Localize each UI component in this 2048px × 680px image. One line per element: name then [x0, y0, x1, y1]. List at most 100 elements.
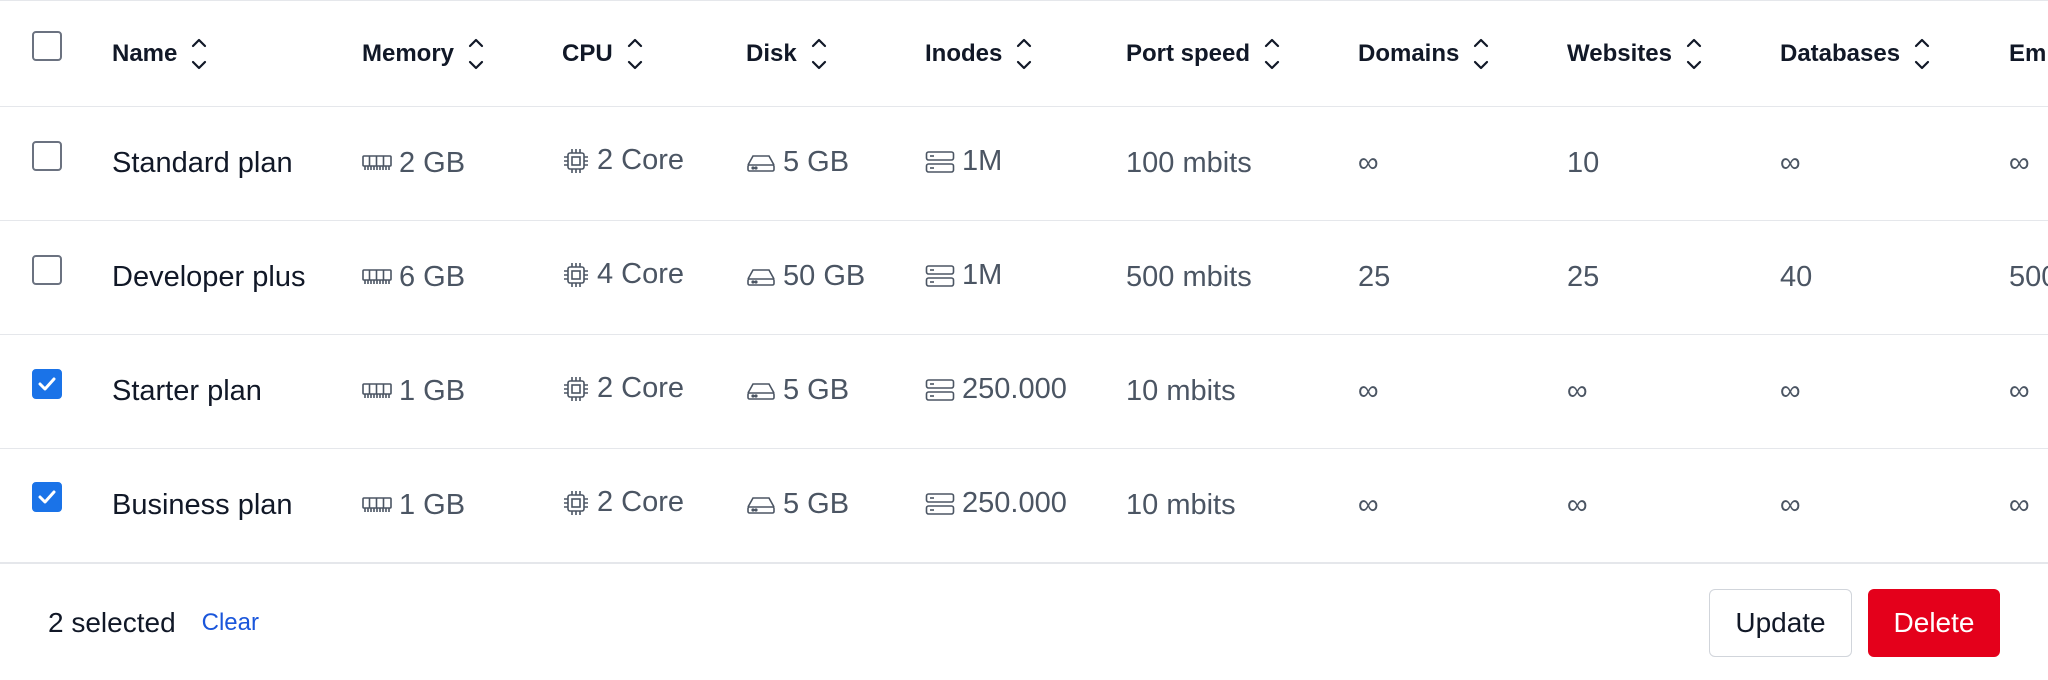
cell-cpu: 2 Core — [562, 107, 746, 221]
cell-content: ∞ — [2009, 147, 2030, 180]
row-checkbox[interactable] — [32, 254, 62, 285]
table-row[interactable]: Starter plan 1 GB 2 Core 5 GB 250.000 10 mbit… — [0, 334, 2048, 449]
cell-value: 4 Core — [597, 258, 685, 291]
cell-content: 10 mbits — [1126, 489, 1236, 522]
sort-icon[interactable] — [1473, 38, 1489, 70]
column-header-cpu[interactable]: CPU — [562, 1, 746, 107]
column-header-label: Domains — [1358, 39, 1460, 67]
cell-websites: 10 — [1567, 107, 1780, 221]
column-header-port-speed[interactable]: Port speed — [1126, 1, 1358, 107]
cell-inodes: 1M — [925, 221, 1126, 335]
cell-content: 10 mbits — [1126, 375, 1236, 408]
cell-content: ∞ — [1567, 489, 1588, 522]
column-header-inner: Websites — [1567, 38, 1702, 70]
cell-disk: 5 GB — [746, 449, 925, 563]
server-icon — [925, 492, 955, 516]
row-checkbox[interactable] — [32, 482, 62, 513]
column-header-inodes[interactable]: Inodes — [925, 1, 1126, 107]
column-header-domains[interactable]: Domains — [1358, 1, 1567, 107]
cell-content: 10 — [1567, 147, 1599, 180]
cell-content: 25 — [1358, 261, 1390, 294]
cpu-icon — [562, 489, 590, 517]
cell-content: 1M — [925, 259, 1002, 292]
cell-content: ∞ — [1567, 375, 1588, 408]
column-header-label: Name — [112, 39, 178, 67]
row-checkbox[interactable] — [32, 368, 62, 399]
cell-value: ∞ — [1780, 488, 1801, 521]
sort-icon[interactable] — [468, 38, 484, 70]
cell-content: 1M — [925, 145, 1002, 178]
sort-icon[interactable] — [1016, 38, 1032, 70]
cell-value: 500 mbits — [1126, 261, 1252, 293]
cell-content: ∞ — [1358, 147, 1379, 180]
cell-value: ∞ — [2009, 147, 2030, 179]
cell-value: ∞ — [2009, 488, 2030, 521]
cell-value: ∞ — [1358, 375, 1379, 407]
cell-content: 4 Core — [562, 258, 684, 291]
memory-icon — [362, 496, 392, 514]
delete-button[interactable]: Delete — [1868, 588, 2000, 657]
cell-value: ∞ — [1358, 147, 1379, 179]
column-header-databases[interactable]: Databases — [1780, 1, 2009, 107]
disk-icon — [746, 153, 776, 173]
header-checkbox-cell — [0, 1, 112, 107]
cell-value: 6 GB — [399, 260, 466, 293]
column-header-inner: Memory — [362, 38, 484, 70]
column-header-label: Websites — [1567, 39, 1672, 67]
cell-content: 40 — [1780, 261, 1812, 294]
column-header-name[interactable]: Name — [112, 1, 362, 107]
sort-icon[interactable] — [191, 38, 207, 70]
cell-content: 500 mbits — [1126, 261, 1252, 294]
update-button[interactable]: Update — [1709, 588, 1852, 657]
column-header-inner: CPU — [562, 38, 643, 70]
sort-icon[interactable] — [627, 38, 643, 70]
cpu-icon — [562, 147, 590, 175]
cell-value: 1 GB — [399, 488, 466, 521]
cell-content: Standard plan — [112, 147, 293, 180]
cell-value: 1M — [962, 145, 1003, 178]
cell-cpu: 4 Core — [562, 221, 746, 335]
column-header-memory[interactable]: Memory — [362, 1, 562, 107]
cell-value: Developer plus — [112, 261, 306, 293]
table-header: Name Memory CPU Disk Inodes Port speed Domains… — [0, 0, 2048, 107]
column-header-emails[interactable]: Em — [2009, 1, 2048, 107]
table-row[interactable]: Business plan 1 GB 2 Core 5 GB 250.000 10 mbi… — [0, 448, 2048, 563]
table-row[interactable]: Standard plan 2 GB 2 Core 5 GB 1M 100 mbits ∞ 1… — [0, 106, 2048, 221]
cell-value: 50 GB — [783, 260, 866, 293]
select-all-checkbox[interactable] — [32, 30, 62, 61]
cell-disk: 50 GB — [746, 221, 925, 335]
cell-domains: ∞ — [1358, 335, 1567, 449]
cell-content: 250.000 — [925, 373, 1067, 406]
column-header-inner: Name — [112, 38, 207, 70]
cell-content: 2 Core — [562, 144, 684, 177]
sort-icon[interactable] — [1686, 38, 1702, 70]
cell-disk: 5 GB — [746, 335, 925, 449]
sort-icon[interactable] — [1914, 38, 1930, 70]
cell-port-speed: 100 mbits — [1126, 107, 1358, 221]
cell-name: Developer plus — [112, 221, 362, 335]
cell-content: Starter plan — [112, 375, 262, 408]
cell-content: 50 GB — [746, 260, 865, 293]
cell-emails: ∞ — [2009, 335, 2048, 449]
cell-websites: ∞ — [1567, 449, 1780, 563]
cell-value: 2 Core — [597, 486, 685, 518]
cell-content: Developer plus — [112, 261, 305, 294]
clear-selection-link[interactable]: Clear — [202, 609, 259, 637]
checkmark-icon — [38, 377, 56, 390]
column-header-websites[interactable]: Websites — [1567, 1, 1780, 107]
table-row[interactable]: Developer plus 6 GB 4 Core 50 GB 1M 500 mbits… — [0, 220, 2048, 335]
cell-port-speed: 10 mbits — [1126, 335, 1358, 449]
cell-value: Starter plan — [112, 375, 262, 407]
sort-icon[interactable] — [811, 38, 827, 70]
cell-value: 500 — [2009, 261, 2048, 293]
cell-content: 250.000 — [925, 487, 1067, 520]
cell-content: ∞ — [2009, 375, 2030, 408]
column-header-disk[interactable]: Disk — [746, 1, 925, 107]
cell-content: 5 GB — [746, 488, 849, 521]
column-header-label: CPU — [562, 39, 613, 67]
cell-databases: ∞ — [1780, 335, 2009, 449]
cell-content: 1 GB — [362, 375, 465, 408]
cell-emails: 500 — [2009, 221, 2048, 335]
sort-icon[interactable] — [1264, 38, 1280, 70]
row-checkbox[interactable] — [32, 140, 62, 171]
